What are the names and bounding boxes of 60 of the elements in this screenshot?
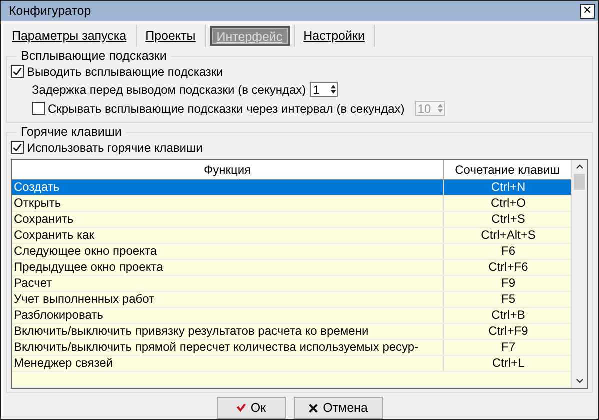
table-row[interactable]: Следующее окно проекта F6	[12, 244, 571, 260]
table-cell: Создать	[12, 180, 444, 195]
checkbox-label: Выводить всплывающие подсказки	[27, 64, 224, 78]
spin-field[interactable]: 1	[310, 82, 338, 97]
scrollbar[interactable]	[571, 160, 587, 388]
table-cell: Сохранить	[12, 212, 444, 227]
table-cell-text: Ctrl+B	[490, 308, 526, 323]
table-cell: Открыть	[12, 196, 444, 211]
table-row[interactable]: Расчет F9	[12, 276, 571, 292]
window-title: Конфигуратор	[9, 4, 92, 18]
table-cell: Сохранить как	[12, 228, 444, 243]
table-cell-text: Ctrl+Alt+S	[480, 228, 537, 243]
table-row[interactable]: Разблокировать Ctrl+B	[12, 308, 571, 324]
group-title: Всплывающие подсказки	[20, 49, 168, 63]
group-title: Горячие клавиши	[20, 125, 123, 139]
table-cell: Включить/выключить прямой пересчет количества используемых ресур-	[12, 340, 444, 355]
tab[interactable]: Параметры запуска	[7, 26, 132, 46]
checkbox[interactable]	[11, 65, 24, 78]
table-cell-text: Ctrl+O	[490, 196, 527, 211]
table-cell: Следующее окно проекта	[12, 244, 444, 259]
table-cell: Предыдущее окно проекта	[12, 260, 444, 275]
table-cell: Включить/выключить привязку результатов расчета ко времени	[12, 324, 444, 339]
table-cell-text: F9	[500, 276, 516, 291]
tab[interactable]: Настройки	[298, 26, 370, 46]
close-button[interactable]: ✕	[580, 4, 595, 18]
tab[interactable]: Проекты	[140, 26, 201, 46]
table-row[interactable]: Создать Ctrl+N	[12, 180, 571, 196]
table-cell-text: F7	[500, 340, 516, 355]
table-cell-text: F5	[500, 292, 516, 307]
table-cell-text: Ctrl+L	[491, 356, 526, 371]
table-row[interactable]: Менеджер связей Ctrl+L	[12, 356, 571, 372]
table-cell-text: Ctrl+F6	[488, 260, 530, 275]
scroll-thumb[interactable]	[574, 174, 585, 190]
ok-button[interactable]: Ок	[216, 397, 286, 419]
column-header[interactable]: Функция	[12, 160, 444, 179]
table-cell-text: Ctrl+N	[490, 180, 527, 195]
table-row[interactable]: Учет выполненных работ F5	[12, 292, 571, 308]
table-cell-text: Ctrl+S	[490, 212, 526, 227]
table-row[interactable]: Сохранить Ctrl+S	[12, 212, 571, 228]
checkbox-label: Использовать горячие клавиши	[27, 140, 203, 154]
checkbox[interactable]	[11, 141, 24, 154]
table-cell: Разблокировать	[12, 308, 444, 323]
table-cell: Менеджер связей	[12, 356, 444, 371]
cross-icon	[308, 402, 320, 414]
checkbox[interactable]	[32, 102, 45, 115]
spin-arrows-icon[interactable]	[330, 83, 338, 96]
table-cell-text: Ctrl+F9	[488, 324, 530, 339]
cancel-button[interactable]: Отмена	[294, 397, 382, 419]
field-label: Задержка перед выводом подсказки (в секундах)	[32, 82, 306, 96]
table-row[interactable]: Сохранить как Ctrl+Alt+S	[12, 228, 571, 244]
table-row[interactable]: Включить/выключить прямой пересчет количества используемых ресур- F7	[12, 340, 571, 356]
table-cell: Учет выполненных работ	[12, 292, 444, 307]
table-row[interactable]: Предыдущее окно проекта Ctrl+F6	[12, 260, 571, 276]
table-cell-text: F6	[500, 244, 516, 259]
table-row[interactable]: Открыть Ctrl+O	[12, 196, 571, 212]
checkmark-icon	[236, 402, 247, 414]
table-cell: Расчет	[12, 276, 444, 291]
column-header[interactable]: Сочетание клавиш	[444, 160, 571, 179]
table-row[interactable]: Включить/выключить привязку результатов расчета ко времени Ctrl+F9	[12, 324, 571, 340]
checkbox-label: Скрывать всплывающие подсказки через интервал (в секундах)	[48, 102, 405, 116]
